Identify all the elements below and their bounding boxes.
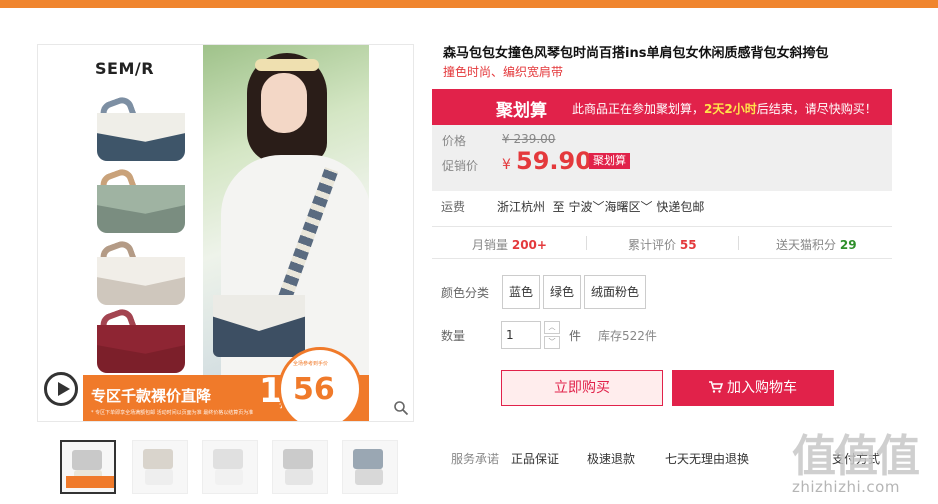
quantity-unit: 件	[569, 329, 582, 343]
juhuasuan-logo: 聚划算	[496, 101, 547, 121]
original-price: ¥ 239.00	[502, 132, 556, 146]
color-option-blue[interactable]: 蓝色	[502, 275, 541, 309]
bag-image-red	[97, 306, 185, 373]
tmall-points: 送天猫积分 29	[776, 238, 857, 252]
service-genuine[interactable]: 正品保证	[511, 450, 559, 467]
product-subtitle: 撞色时尚、编织宽肩带	[443, 65, 564, 79]
city-select[interactable]: 宁波﹀	[569, 200, 605, 214]
bag-image-blue	[97, 94, 185, 161]
poster-bag-column: SEM/R	[83, 45, 203, 375]
divider	[432, 258, 892, 259]
stat-divider	[738, 236, 739, 250]
main-product-image[interactable]: SEM/R 专区千款裸价直降 1 * 专区下单即享全场满额包邮 活动时间以页面为…	[37, 44, 414, 422]
product-title: 森马包包女撞色风琴包时尚百搭ins单肩包女休闲质感背包女斜挎包	[443, 46, 829, 61]
add-to-cart-button[interactable]: 加入购物车	[672, 370, 834, 406]
thumbnail-1[interactable]	[60, 440, 116, 494]
sale-price: 59.90	[516, 147, 592, 175]
thumbnail-2[interactable]	[132, 440, 188, 494]
cart-icon	[709, 381, 724, 393]
watermark-logo: 值值值	[792, 431, 920, 482]
add-to-cart-label: 加入购物车	[727, 380, 797, 396]
quantity-input[interactable]: 1	[501, 321, 541, 349]
divider	[432, 226, 892, 227]
color-option-green[interactable]: 绿色	[543, 275, 582, 309]
quantity-increase-icon[interactable]: ︿	[544, 321, 560, 334]
color-option-label: 颜色分类	[441, 286, 490, 300]
color-option-suede-pink[interactable]: 绒面粉色	[584, 275, 647, 309]
thumbnail-4[interactable]	[272, 440, 328, 494]
quantity-label: 数量	[441, 329, 466, 343]
price-badge-number: 56	[293, 372, 335, 407]
price-panel: 价格 ¥ 239.00 促销价 ¥ 59.90 聚划算	[432, 125, 892, 191]
juhuasuan-price-tag: 聚划算	[589, 153, 630, 169]
monthly-sales: 月销量 200+	[472, 238, 547, 252]
stock-count: 库存522件	[598, 329, 657, 343]
quantity-decrease-icon[interactable]: ﹀	[544, 336, 560, 349]
watermark-url: zhizhizhi.com	[792, 478, 900, 496]
price-badge-caption: 全场参考到手价	[293, 361, 329, 367]
shipping-label: 运费	[441, 200, 466, 214]
service-fast-refund[interactable]: 极速退款	[587, 450, 635, 467]
play-video-icon[interactable]	[44, 372, 78, 406]
bag-image-beige	[97, 238, 185, 305]
site-watermark: 值值值 zhizhizhi.com	[792, 420, 938, 504]
price-label: 价格	[442, 134, 467, 148]
zoom-icon[interactable]	[393, 400, 409, 416]
chevron-down-icon: ﹀	[640, 200, 653, 214]
service-label: 服务承诺	[451, 452, 500, 466]
review-count[interactable]: 累计评价 55	[628, 236, 697, 253]
juhuasuan-text: 此商品正在参加聚划算，2天2小时后结束，请尽快购买！	[572, 102, 877, 116]
bag-image-green	[97, 166, 185, 233]
thumbnail-5[interactable]	[342, 440, 398, 494]
service-seven-day-return[interactable]: 七天无理由退换	[665, 450, 749, 467]
currency-symbol: ¥	[502, 157, 511, 173]
promo-fine-print: * 专区下单即享全场满额包邮 活动时间以页面为准 最终价格以结算页为准	[91, 410, 254, 416]
promo-price-label: 促销价	[442, 159, 479, 173]
juhuasuan-banner: 聚划算 此商品正在参加聚划算，2天2小时后结束，请尽快购买！	[432, 89, 892, 125]
district-select[interactable]: 海曙区﹀	[605, 200, 653, 214]
thumbnail-strip	[60, 440, 400, 496]
shipping-info: 浙江杭州 至 宁波﹀海曙区﹀ 快递包邮	[497, 200, 705, 214]
thumbnail-3[interactable]	[202, 440, 258, 494]
brand-logo: SEM/R	[95, 59, 155, 78]
price-badge: 全场参考到手价 56	[278, 347, 362, 421]
buy-now-button[interactable]: 立即购买	[501, 370, 663, 406]
stat-divider	[586, 236, 587, 250]
top-accent-bar	[0, 0, 938, 8]
juhuasuan-countdown: 2天2小时	[704, 102, 757, 116]
model-photo	[203, 45, 369, 385]
chevron-down-icon: ﹀	[592, 200, 605, 214]
promo-text: 专区千款裸价直降	[91, 387, 212, 405]
